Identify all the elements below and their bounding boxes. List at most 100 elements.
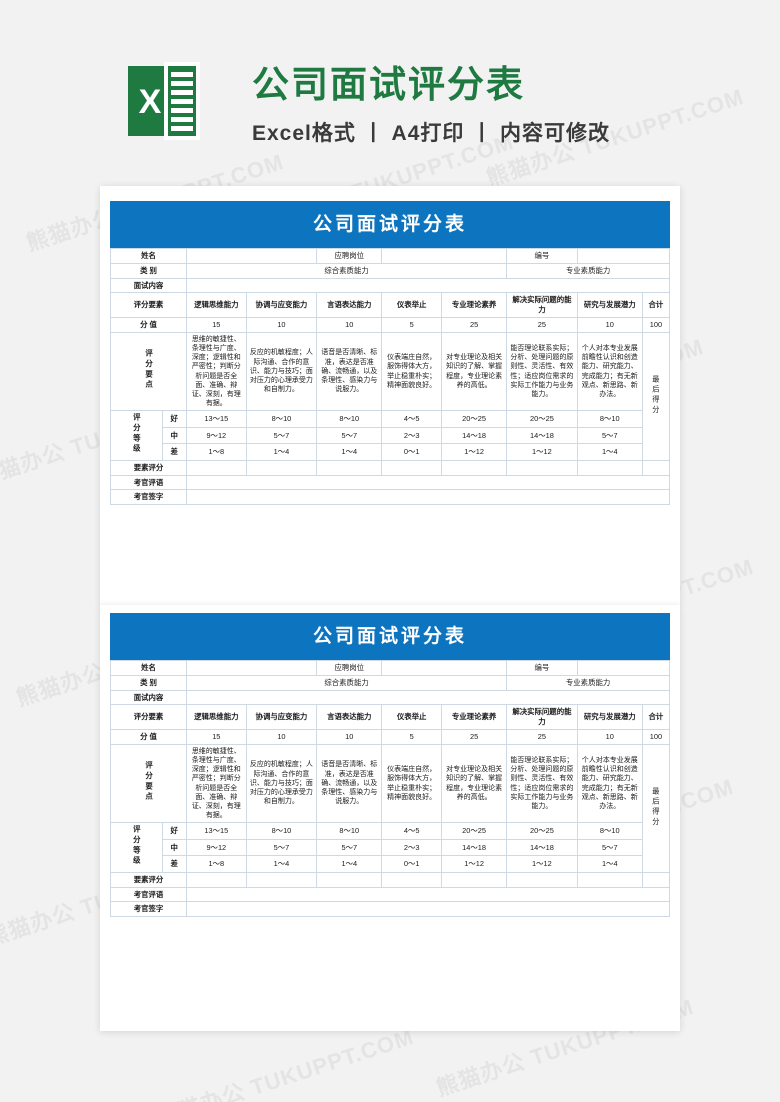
table-row-grade-poor: 差 1～8 1～4 1～4 0～1 1～12 1～12 1～4 [111,443,670,461]
grade-range-1-4: 14～18 [441,426,508,445]
score-value-2: 10 [316,316,383,333]
field-content[interactable] [185,689,671,706]
field-element-score-0[interactable] [185,459,247,476]
column-header-0: 逻辑思维能力 [185,704,247,730]
grade-name-0: 好 [161,410,187,428]
field-element-score-total[interactable] [641,871,671,888]
grade-range-1-1: 5～7 [245,838,318,857]
field-element-score-2[interactable] [316,871,383,888]
grade-range-1-3: 2～3 [381,426,443,445]
grade-range-2-1: 1～4 [245,855,318,873]
column-header-5: 解决实际问题的能力 [506,292,578,318]
table-row-name: 姓名 应聘岗位 编号 [110,660,671,676]
field-position[interactable] [381,660,508,676]
grade-range-0-6: 8～10 [576,410,643,428]
point-text-2: 语音是否清晰、标准，表达是否准确、流畅通，以及条理性、感染力与说服力。 [316,331,383,412]
point-text-1: 反应的机敏程度；人际沟通、合作的意识、能力与技巧；面对压力的心理承受力和自制力。 [245,743,318,824]
score-value-5: 25 [506,316,578,333]
column-header-4: 专业理论素养 [441,292,508,318]
label-content: 面试内容 [110,277,187,294]
field-element-score-1[interactable] [245,459,318,476]
page-header: X 公司面试评分表 Excel格式 丨 A4打印 丨 内容可修改 [0,0,780,170]
field-element-score-1[interactable] [245,871,318,888]
field-number[interactable] [576,248,671,264]
page-subtitle: Excel格式 丨 A4打印 丨 内容可修改 [252,122,611,145]
label-element-score: 要素评分 [110,871,187,888]
grade-range-2-5: 1～12 [506,855,578,873]
table-row-content: 面试内容 [110,277,671,294]
grade-range-0-3: 4～5 [381,410,443,428]
label-position: 应聘岗位 [316,248,383,264]
column-header-3: 仪表举止 [381,704,443,730]
grade-range-0-0: 13～15 [185,410,247,428]
column-header-4: 专业理论素养 [441,704,508,730]
category-professional: 专业素质能力 [506,262,670,279]
table-row-category: 类 别 综合素质能力 专业素质能力 [110,262,670,279]
grade-range-0-6: 8～10 [576,822,643,840]
label-name: 姓名 [110,248,187,264]
score-value-3: 5 [381,316,443,333]
grade-range-2-5: 1～12 [506,443,578,461]
score-value-4: 25 [441,728,508,745]
table-row-scores: 分 值 15 10 10 5 25 25 10 100 [110,316,671,333]
field-examiner-signature[interactable] [185,901,671,918]
table-row-grade-mid: 中 9～12 5～7 5～7 2～3 14～18 14～18 5～7 [111,426,670,445]
score-value-total: 100 [641,728,671,745]
scoresheet-page-1: 公司面试评分表 姓名 应聘岗位 编号 类 别 综合素质能力 专业素质能力 面试内… [100,186,680,605]
field-element-score-4[interactable] [441,459,508,476]
grade-range-2-4: 1～12 [441,855,508,873]
field-element-score-6[interactable] [576,871,643,888]
score-value-6: 10 [576,728,643,745]
point-text-2: 语音是否清晰、标准，表达是否准确、流畅通，以及条理性、感染力与说服力。 [316,743,383,824]
field-position[interactable] [381,248,508,264]
point-text-3: 仪表端庄自然，服饰得体大方，举止稳重朴实；精神面貌良好。 [381,743,443,824]
label-examiner-signature: 考官签字 [110,901,187,918]
point-text-1: 反应的机敏程度；人际沟通、合作的意识、能力与技巧；面对压力的心理承受力和自制力。 [245,331,318,412]
point-text-3: 仪表端庄自然，服饰得体大方，举止稳重朴实；精神面貌良好。 [381,331,443,412]
label-category: 类 别 [110,674,187,691]
field-element-score-total[interactable] [641,459,671,476]
field-number[interactable] [576,660,671,676]
grade-range-2-0: 1～8 [185,443,247,461]
grade-range-2-3: 0～1 [381,443,443,461]
point-text-5: 能否理论联系实际；分析、处理问题的原则性、灵活性、有效性；适应岗位需求的实际工作… [506,743,578,824]
field-content[interactable] [185,277,671,294]
grade-range-1-5: 14～18 [506,426,578,445]
point-text-5: 能否理论联系实际；分析、处理问题的原则性、灵活性、有效性；适应岗位需求的实际工作… [506,331,578,412]
field-element-score-4[interactable] [441,871,508,888]
point-text-4: 对专业理论及相关知识的了解、掌握程度，专业理论素养的高低。 [441,743,508,824]
watermark-text: 熊猫办公 TUKUPPT.COM [153,1023,417,1102]
label-points: 评分要点 [110,743,187,824]
field-name[interactable] [185,660,318,676]
scoresheet-page-2: 公司面试评分表 姓名 应聘岗位 编号 类 别 综合素质能力 专业素质能力 面试内… [100,605,680,1031]
field-element-score-5[interactable] [506,459,578,476]
table-row-scores: 分 值 15 10 10 5 25 25 10 100 [110,728,671,745]
category-general: 综合素质能力 [185,674,508,691]
field-name[interactable] [185,248,318,264]
point-text-0: 思维的敏捷性、条理性与广度、深度；逻辑性和严密性；判断分析问题是否全面、准确、辩… [185,331,247,412]
field-element-score-2[interactable] [316,459,383,476]
table-row-category: 类 别 综合素质能力 专业素质能力 [110,674,670,691]
table-row-content: 面试内容 [110,689,671,706]
grade-name-0: 好 [161,822,187,840]
field-element-score-0[interactable] [185,871,247,888]
table-row-grade-poor: 差 1～8 1～4 1～4 0～1 1～12 1～12 1～4 [111,855,670,873]
label-content: 面试内容 [110,689,187,706]
field-element-score-3[interactable] [381,871,443,888]
field-element-score-6[interactable] [576,459,643,476]
grade-range-1-2: 5～7 [316,426,383,445]
field-element-score-5[interactable] [506,871,578,888]
field-examiner-signature[interactable] [185,489,671,506]
point-text-4: 对专业理论及相关知识的了解、掌握程度，专业理论素养的高低。 [441,331,508,412]
grade-range-2-0: 1～8 [185,855,247,873]
column-header-5: 解决实际问题的能力 [506,704,578,730]
label-number: 编号 [506,248,578,264]
label-final-score: 最后得分 [641,743,671,873]
field-examiner-comment[interactable] [185,474,671,491]
field-examiner-comment[interactable] [185,886,671,903]
score-value-3: 5 [381,728,443,745]
label-position: 应聘岗位 [316,660,383,676]
field-element-score-3[interactable] [381,459,443,476]
column-header-2: 言语表达能力 [316,704,383,730]
interview-score-table: 姓名 应聘岗位 编号 类 别 综合素质能力 专业素质能力 面试内容 评分要素 逻… [110,248,671,506]
